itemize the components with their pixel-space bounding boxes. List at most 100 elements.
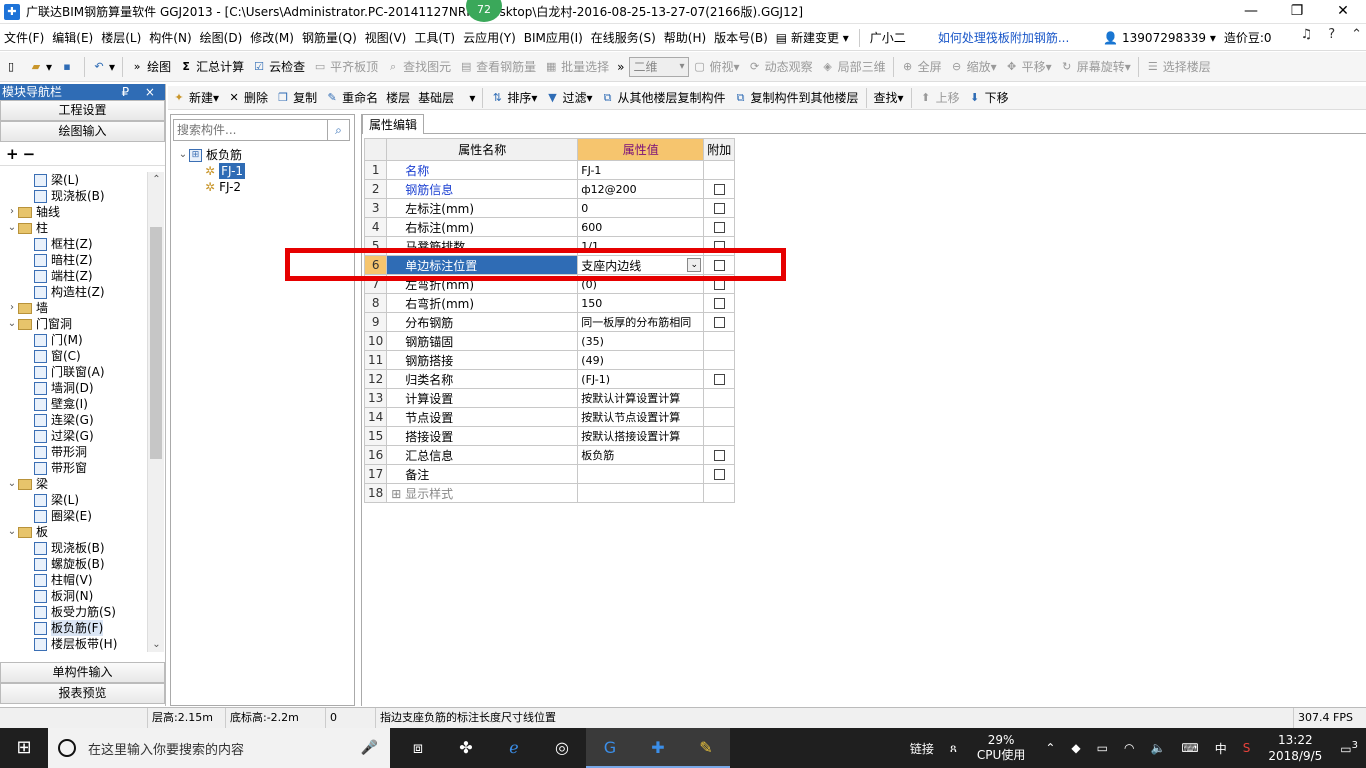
nav-tree-item[interactable]: 柱帽(V) <box>0 572 148 588</box>
zoom-button[interactable]: ⊖ 缩放 ▾ <box>946 55 1001 79</box>
property-row[interactable]: 2 钢筋信息 ф12@200 <box>363 179 736 199</box>
menu-cloud[interactable]: 云应用(Y) <box>459 26 520 50</box>
nav-tree-item[interactable]: 现浇板(B) <box>0 188 148 204</box>
nav-tree-item[interactable]: 门联窗(A) <box>0 364 148 380</box>
nav-tree-item[interactable]: › 轴线 <box>0 204 148 220</box>
undo-button[interactable]: ↶ ▾ <box>88 55 119 79</box>
new-component-button[interactable]: ✦ 新建 ▾ <box>168 86 223 110</box>
close-button[interactable]: ✕ <box>1320 0 1366 24</box>
property-row[interactable]: 11 钢筋搭接 (49) <box>363 350 736 370</box>
tray-display-icon[interactable]: ▭ <box>1089 741 1116 755</box>
project-settings-button[interactable]: 工程设置 <box>0 100 165 121</box>
nav-tree-item[interactable]: › 墙 <box>0 300 148 316</box>
nav-tree-item[interactable]: 梁(L) <box>0 492 148 508</box>
menu-component[interactable]: 构件(N) <box>145 26 195 50</box>
nav-tree-item[interactable]: ⌄ 板 <box>0 524 148 540</box>
property-add-checkbox[interactable] <box>713 222 725 233</box>
nav-tree-item[interactable]: 圈梁(E) <box>0 508 148 524</box>
nav-tree-item[interactable]: 连梁(G) <box>0 412 148 428</box>
nav-tree-item[interactable]: 墙洞(D) <box>0 380 148 396</box>
property-row[interactable]: 7 左弯折(mm) (0) <box>363 274 736 294</box>
floor-select[interactable]: 基础层 ▾ <box>414 86 479 110</box>
property-row[interactable]: 17 备注 <box>363 464 736 484</box>
rename-button[interactable]: ✎ 重命名 <box>321 86 382 110</box>
report-preview-button[interactable]: 报表预览 <box>0 683 165 704</box>
expand-plus-icon[interactable]: ⊞ <box>391 487 405 501</box>
rotate-screen-button[interactable]: ↻ 屏幕旋转 ▾ <box>1056 55 1135 79</box>
component-search-input[interactable] <box>173 119 328 141</box>
chevron-down-icon[interactable]: ⌄ <box>6 316 18 332</box>
search-icon[interactable]: ⌕ <box>328 119 350 141</box>
property-row[interactable]: 10 钢筋锚固 (35) <box>363 331 736 351</box>
notepad-app-icon[interactable]: ✎ <box>682 728 730 768</box>
property-row[interactable]: 16 汇总信息 板负筋 <box>363 445 736 465</box>
user-account[interactable]: 👤 13907298339 ▾ <box>1099 26 1220 50</box>
new-change-button[interactable]: ▤ 新建变更 ▾ <box>772 26 853 50</box>
question-link[interactable]: 如何处理筏板附加钢筋... <box>934 26 1073 50</box>
nav-tree-item[interactable]: 过梁(G) <box>0 428 148 444</box>
fullscreen-button[interactable]: ⊕ 全屏 <box>897 55 946 79</box>
people-icon[interactable]: ጸ <box>942 741 965 756</box>
nav-tree-item[interactable]: 梁(L) <box>0 172 148 188</box>
nav-tree-item[interactable]: 端柱(Z) <box>0 268 148 284</box>
align-slab-button[interactable]: ▭ 平齐板顶 <box>309 55 382 79</box>
property-row[interactable]: 15 搭接设置 按默认搭接设置计算 <box>363 426 736 446</box>
nav-tree-item[interactable]: 楼层板带(H) <box>0 636 148 652</box>
property-add-checkbox[interactable] <box>713 241 725 252</box>
property-value[interactable]: FJ-1 <box>577 160 705 180</box>
property-row[interactable]: 13 计算设置 按默认计算设置计算 <box>363 388 736 408</box>
property-row[interactable]: 18 ⊞ 显示样式 <box>363 483 736 503</box>
nav-tree-scrollbar[interactable]: ⌃ ⌄ <box>147 172 164 652</box>
property-value[interactable] <box>577 464 705 484</box>
taskbar-search[interactable]: 在这里输入你要搜索的内容 🎤 <box>48 728 390 768</box>
scroll-up-icon[interactable]: ⌃ <box>148 174 165 185</box>
property-value[interactable]: 1/1 <box>577 236 705 256</box>
view-mode-select[interactable]: 二维 <box>628 56 689 77</box>
property-add-checkbox[interactable] <box>713 298 725 309</box>
nav-tree-item[interactable]: 门(M) <box>0 332 148 348</box>
find-element-button[interactable]: ⌕ 查找图元 <box>382 55 455 79</box>
menu-edit[interactable]: 编辑(E) <box>48 26 97 50</box>
sum-calc-button[interactable]: Σ 汇总计算 <box>175 55 248 79</box>
property-row[interactable]: 8 右弯折(mm) 150 <box>363 293 736 313</box>
property-value[interactable]: (35) <box>577 331 705 351</box>
property-value[interactable] <box>577 483 705 503</box>
minimize-button[interactable]: — <box>1228 0 1274 24</box>
draw-button[interactable]: » 绘图 <box>126 55 175 79</box>
property-row[interactable]: 5 马凳筋排数 1/1 <box>363 236 736 256</box>
copy-to-floor-button[interactable]: ⧉ 复制构件到其他楼层 <box>730 86 863 110</box>
chevron-down-icon[interactable]: ⌄ <box>6 476 18 492</box>
glodon-g-app-icon[interactable]: G <box>586 728 634 768</box>
menu-tools[interactable]: 工具(T) <box>410 26 459 50</box>
filter-button[interactable]: ▼ 过滤 ▾ <box>541 86 596 110</box>
collapse-all-icon[interactable]: − <box>23 145 36 163</box>
nav-tree-item[interactable]: 壁龛(I) <box>0 396 148 412</box>
nav-tree-item[interactable]: 构造柱(Z) <box>0 284 148 300</box>
help-icon[interactable]: ? <box>1328 27 1335 42</box>
component-item-fj2[interactable]: ✲ FJ-2 <box>177 179 354 195</box>
nav-tree-item[interactable]: 窗(C) <box>0 348 148 364</box>
property-value[interactable]: 按默认节点设置计算 <box>577 407 705 427</box>
property-row[interactable]: 1 名称 FJ-1 <box>363 160 736 180</box>
local-3d-button[interactable]: ◈ 局部三维 <box>817 55 890 79</box>
dynamic-view-button[interactable]: ⟳ 动态观察 <box>744 55 817 79</box>
property-add-checkbox[interactable] <box>713 260 725 271</box>
bell-icon[interactable]: ♫ <box>1301 27 1313 42</box>
nav-tree-item[interactable]: 板受力筋(S) <box>0 604 148 620</box>
chevron-down-icon[interactable]: ⌄ <box>6 524 18 540</box>
property-row[interactable]: 14 节点设置 按默认节点设置计算 <box>363 407 736 427</box>
nav-tree-item[interactable]: 框柱(Z) <box>0 236 148 252</box>
property-row[interactable]: 12 归类名称 (FJ-1) <box>363 369 736 389</box>
copy-from-floor-button[interactable]: ⧉ 从其他楼层复制构件 <box>597 86 730 110</box>
chevron-down-icon[interactable]: ⌄ <box>6 220 18 236</box>
volume-icon[interactable]: 🔈 <box>1142 741 1173 755</box>
property-row[interactable]: 4 右标注(mm) 600 <box>363 217 736 237</box>
copy-button[interactable]: ❐ 复制 <box>272 86 321 110</box>
menu-help[interactable]: 帮助(H) <box>660 26 710 50</box>
menu-online[interactable]: 在线服务(S) <box>587 26 660 50</box>
nav-tree-item[interactable]: 带形洞 <box>0 444 148 460</box>
property-row[interactable]: 6 单边标注位置 支座内边线 ⌄ <box>363 255 736 275</box>
component-tree-root[interactable]: ⌄ ⊞ 板负筋 <box>177 147 354 163</box>
chevron-right-icon[interactable]: › <box>6 204 18 220</box>
tab-property-edit[interactable]: 属性编辑 <box>362 114 425 134</box>
